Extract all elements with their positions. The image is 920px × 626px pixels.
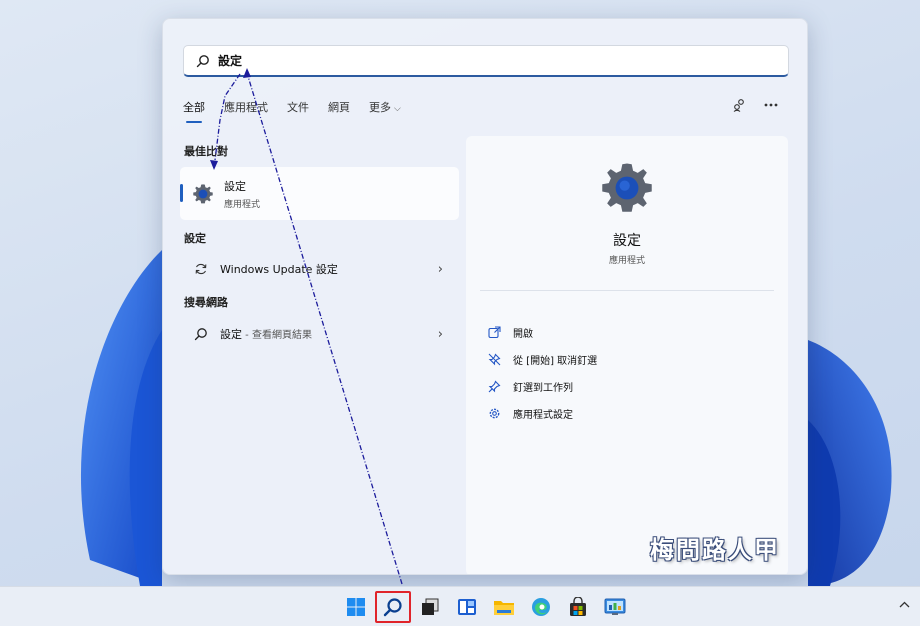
web-search-label: 設定 - 查看網頁結果 — [220, 326, 438, 342]
action-app-settings-label: 應用程式設定 — [513, 410, 573, 421]
tab-all[interactable]: 全部 — [183, 99, 205, 123]
settings-gear-icon — [602, 163, 652, 212]
edge-icon[interactable] — [527, 593, 555, 621]
search-box[interactable] — [183, 45, 789, 77]
search-icon — [194, 328, 207, 341]
panel-options — [731, 97, 779, 113]
watermark: 梅問路人甲 — [650, 535, 780, 564]
tab-more[interactable]: 更多 ⌵ — [369, 99, 401, 123]
action-unpin-start[interactable]: 從 [開始] 取消釘選 — [488, 352, 597, 367]
filter-tabs: 全部 應用程式 文件 網頁 更多 ⌵ — [183, 99, 420, 123]
web-section-heading: 搜尋網路 — [184, 296, 228, 309]
sync-icon — [195, 263, 207, 275]
widgets-icon[interactable] — [453, 593, 481, 621]
search-input[interactable] — [218, 53, 778, 68]
detail-title: 設定 — [613, 233, 641, 249]
taskbar-search-button[interactable] — [375, 591, 411, 623]
gear-icon — [489, 408, 500, 419]
best-match-result[interactable]: 設定 應用程式 — [180, 167, 459, 220]
windows-update-result[interactable]: Windows Update 設定 › — [180, 254, 459, 284]
pin-icon — [488, 380, 501, 393]
control-panel-icon[interactable] — [601, 593, 629, 621]
start-icon[interactable] — [342, 593, 370, 621]
detail-subtitle: 應用程式 — [608, 256, 645, 266]
chevron-up-icon[interactable] — [899, 597, 910, 611]
chevron-right-icon: › — [437, 326, 443, 342]
account-switch-icon[interactable] — [731, 97, 747, 113]
best-match-heading: 最佳比對 — [184, 145, 228, 158]
open-external-icon — [488, 326, 501, 339]
windows-update-label: Windows Update 設定 — [220, 263, 338, 276]
tab-apps[interactable]: 應用程式 — [224, 99, 268, 123]
chevron-down-icon: ⌵ — [394, 104, 401, 114]
settings-gear-icon — [193, 183, 213, 203]
web-search-term: 設定 — [220, 328, 242, 341]
action-unpin-label: 從 [開始] 取消釘選 — [513, 356, 598, 367]
best-match-subtitle: 應用程式 — [224, 199, 261, 210]
action-open-label: 開啟 — [513, 329, 533, 340]
web-search-suffix: - 查看網頁結果 — [242, 330, 312, 341]
tab-more-label: 更多 — [369, 101, 391, 114]
store-icon[interactable] — [564, 593, 592, 621]
detail-pane: 設定 應用程式 開啟 從 [開始] 取消釘選 釘選到工作列 應用程式設定 — [466, 136, 788, 574]
action-pin-label: 釘選到工作列 — [513, 383, 573, 394]
search-icon — [196, 54, 209, 67]
taskbar — [0, 586, 920, 626]
action-pin-taskbar[interactable]: 釘選到工作列 — [488, 379, 573, 394]
tab-documents[interactable]: 文件 — [287, 99, 309, 123]
unpin-icon — [488, 353, 501, 366]
file-explorer-icon[interactable] — [490, 593, 518, 621]
tab-web[interactable]: 網頁 — [328, 99, 350, 123]
best-match-title: 設定 — [224, 179, 246, 193]
settings-section-heading: 設定 — [184, 232, 206, 245]
search-icon — [383, 598, 402, 617]
more-options-icon[interactable] — [763, 97, 779, 113]
divider — [480, 290, 774, 291]
action-app-settings[interactable]: 應用程式設定 — [488, 406, 573, 421]
search-panel: 全部 應用程式 文件 網頁 更多⌵ 最佳比對 設定 應用程式 — [162, 18, 808, 575]
task-view-icon[interactable] — [416, 593, 444, 621]
web-search-result[interactable]: 設定 - 查看網頁結果 › — [180, 319, 459, 349]
action-open[interactable]: 開啟 — [488, 325, 533, 340]
chevron-right-icon: › — [437, 261, 443, 277]
